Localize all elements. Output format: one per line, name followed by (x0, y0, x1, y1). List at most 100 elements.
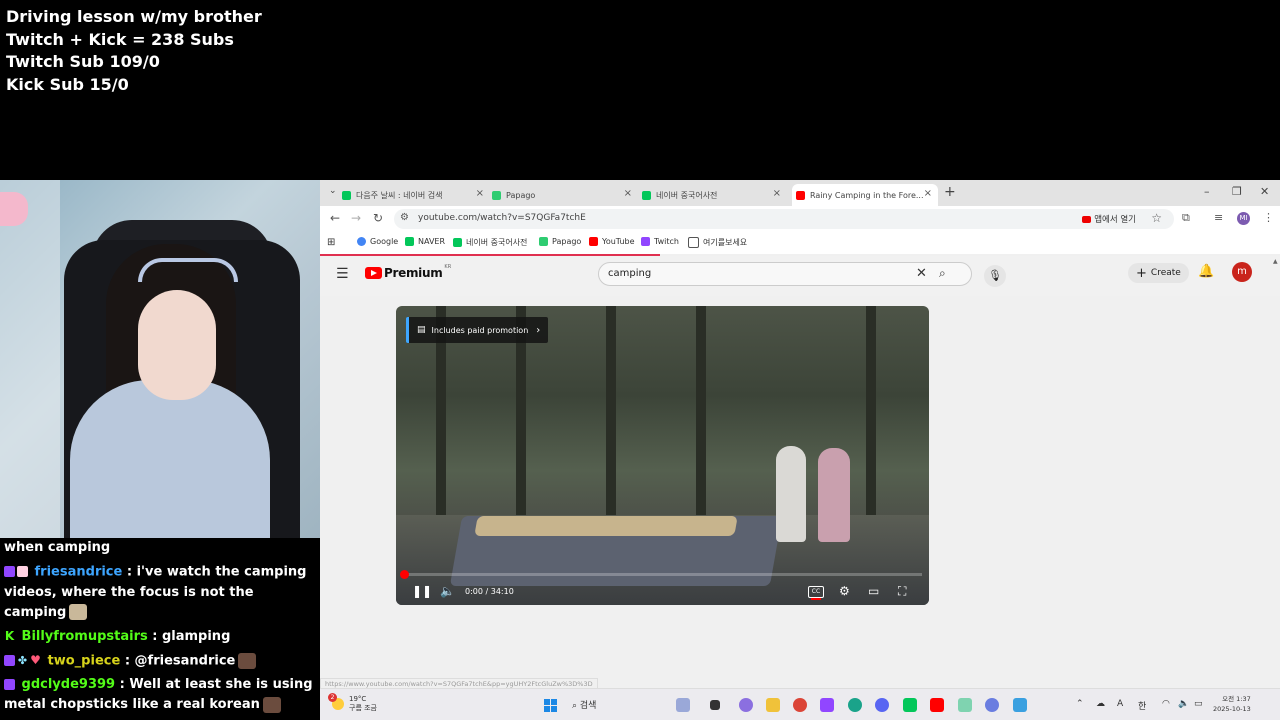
clear-search-icon[interactable]: ✕ (916, 266, 927, 281)
captions-icon[interactable]: CC (808, 586, 824, 600)
cloud-icon[interactable]: ☁ (1096, 699, 1105, 709)
chat-username[interactable]: gdclyde9399 (22, 677, 116, 692)
tab-papago[interactable]: Papago × (492, 184, 638, 206)
volume-icon[interactable]: 🔈 (1178, 699, 1189, 709)
app-icon[interactable] (985, 698, 999, 712)
notification-count: 2 (328, 693, 337, 702)
bookmark-label: 네이버 중국어사전 (466, 238, 528, 247)
naver-icon[interactable] (903, 698, 917, 712)
tray-chevron-icon[interactable]: ⌃ (1076, 699, 1084, 709)
bookmark-naver-dictionary[interactable]: 네이버 중국어사전 (453, 237, 527, 248)
bookmark-label: Papago (552, 237, 582, 246)
tab-search-chevron-icon[interactable]: ⌄ (329, 186, 337, 196)
paid-promotion-badge[interactable]: ▤ Includes paid promotion › (406, 317, 549, 343)
chat-text: when camping (4, 540, 111, 555)
site-info-icon[interactable]: ⚙ (400, 212, 409, 223)
game-app-icon[interactable] (676, 698, 690, 712)
chat-username[interactable]: friesandrice (35, 565, 123, 580)
task-view-icon[interactable] (710, 700, 720, 710)
search-box[interactable]: camping ✕ ⌕ (598, 262, 972, 286)
language-icon[interactable]: A (1117, 699, 1123, 709)
video-time: 0:00 / 34:10 (465, 587, 514, 596)
hamburger-menu-icon[interactable]: ☰ (336, 266, 349, 282)
bookmark-naver[interactable]: NAVER (405, 237, 445, 246)
volume-icon[interactable]: 🔈 (440, 584, 455, 598)
youtube-icon[interactable] (930, 698, 944, 712)
wifi-icon[interactable]: ◠ (1162, 699, 1170, 709)
create-button[interactable]: + Create (1128, 263, 1189, 283)
account-avatar[interactable]: m (1232, 262, 1252, 282)
edge-icon[interactable] (848, 698, 862, 712)
bookmark-star-icon[interactable]: ☆ (1151, 211, 1162, 225)
video-person-pink-raincoat (818, 448, 850, 542)
clock-time: 오전 1:37 (1222, 695, 1251, 703)
weather-widget[interactable]: 2 19°C 구름 조금 (328, 693, 377, 713)
forward-arrow-icon[interactable]: → (351, 211, 361, 225)
close-tab-icon[interactable]: × (924, 188, 932, 199)
chat-username[interactable]: Billyfromupstairs (22, 629, 148, 644)
chat-username[interactable]: two_piece (48, 653, 121, 668)
tab-naver-weather[interactable]: 다음주 날씨 : 네이버 검색 × (342, 184, 490, 206)
file-explorer-icon[interactable] (766, 698, 780, 712)
minimize-icon[interactable]: – (1204, 185, 1210, 198)
settings-gear-icon[interactable]: ⚙ (839, 584, 850, 598)
address-bar[interactable]: ⚙ youtube.com/watch?v=S7QGFa7tchE 앱에서 열기… (394, 209, 1174, 229)
taskbar-search-label: 검색 (579, 701, 597, 711)
promotion-icon: ▤ (417, 325, 426, 335)
new-tab-button[interactable]: + (944, 184, 956, 200)
video-player[interactable]: ▤ Includes paid promotion › ❚❚ 🔈 0:00 / … (396, 306, 929, 605)
tab-naver-dictionary[interactable]: 네이버 중국어사전 × (642, 184, 787, 206)
overlay-line-1: Driving lesson w/my brother (6, 7, 262, 26)
youtube-premium-logo[interactable]: Premium KR (365, 264, 451, 280)
twitch-icon[interactable] (820, 698, 834, 712)
bookmark-label: NAVER (418, 237, 446, 246)
clock-date: 2025-10-13 (1213, 705, 1251, 713)
close-tab-icon[interactable]: × (476, 188, 484, 199)
app-icon[interactable] (1013, 698, 1027, 712)
close-tab-icon[interactable]: × (624, 188, 632, 199)
system-clock[interactable]: 오전 1:37 2025-10-13 (1213, 694, 1251, 714)
bookmark-folder[interactable]: 여기를보세요 (688, 237, 747, 248)
reload-icon[interactable]: ↻ (373, 211, 383, 225)
bookmark-twitch[interactable]: Twitch (641, 237, 679, 246)
hangul-icon[interactable]: 한 (1138, 699, 1146, 712)
media-controls-icon[interactable]: ≡ (1214, 211, 1223, 224)
page-scrollbar[interactable]: ▲ ▼ (1272, 256, 1280, 696)
extensions-icon[interactable]: ⧉ (1182, 211, 1190, 225)
notifications-bell-icon[interactable]: 🔔 (1198, 264, 1214, 279)
tab-label: 네이버 중국어사전 (656, 190, 718, 200)
video-progress-bar[interactable] (400, 570, 922, 579)
search-input[interactable]: camping (608, 268, 651, 279)
discord-icon[interactable] (875, 698, 889, 712)
back-arrow-icon[interactable]: ← (330, 211, 340, 225)
theater-mode-icon[interactable]: ▭ (868, 584, 879, 598)
apps-grid-icon[interactable]: ⊞ (327, 237, 335, 248)
scrubber-handle[interactable] (400, 570, 409, 579)
profile-avatar[interactable]: MI (1237, 212, 1250, 225)
bookmark-google[interactable]: Google (357, 237, 398, 246)
fullscreen-icon[interactable]: ⛶ (898, 584, 906, 599)
promo-label: Includes paid promotion (431, 325, 529, 335)
windows-start-icon[interactable] (544, 699, 557, 712)
bookmark-papago[interactable]: Papago (539, 237, 581, 246)
webcam-feed (0, 180, 320, 538)
copilot-icon[interactable] (739, 698, 753, 712)
microphone-icon[interactable]: 🎙 (984, 265, 1006, 287)
restore-icon[interactable]: ❐ (1232, 185, 1242, 198)
scroll-up-icon[interactable]: ▲ (1273, 258, 1278, 265)
close-tab-icon[interactable]: × (773, 188, 781, 199)
video-scene (866, 306, 876, 545)
bookmark-youtube[interactable]: YouTube (589, 237, 635, 246)
pause-icon[interactable]: ❚❚ (412, 584, 432, 598)
video-scene (696, 306, 706, 545)
taskbar-search[interactable]: ⌕ 검색 (572, 698, 596, 711)
search-icon[interactable]: ⌕ (939, 266, 946, 281)
notepad-icon[interactable] (958, 698, 972, 712)
chrome-icon[interactable] (793, 698, 807, 712)
open-in-app-button[interactable]: 앱에서 열기 (1082, 213, 1136, 225)
tab-label: Papago (506, 190, 536, 200)
tab-youtube-active[interactable]: Rainy Camping in the Fore... × (792, 184, 938, 206)
close-window-icon[interactable]: ✕ (1260, 185, 1269, 198)
menu-kebab-icon[interactable]: ⋮ (1263, 211, 1274, 224)
battery-icon[interactable]: ▭ (1194, 699, 1203, 709)
